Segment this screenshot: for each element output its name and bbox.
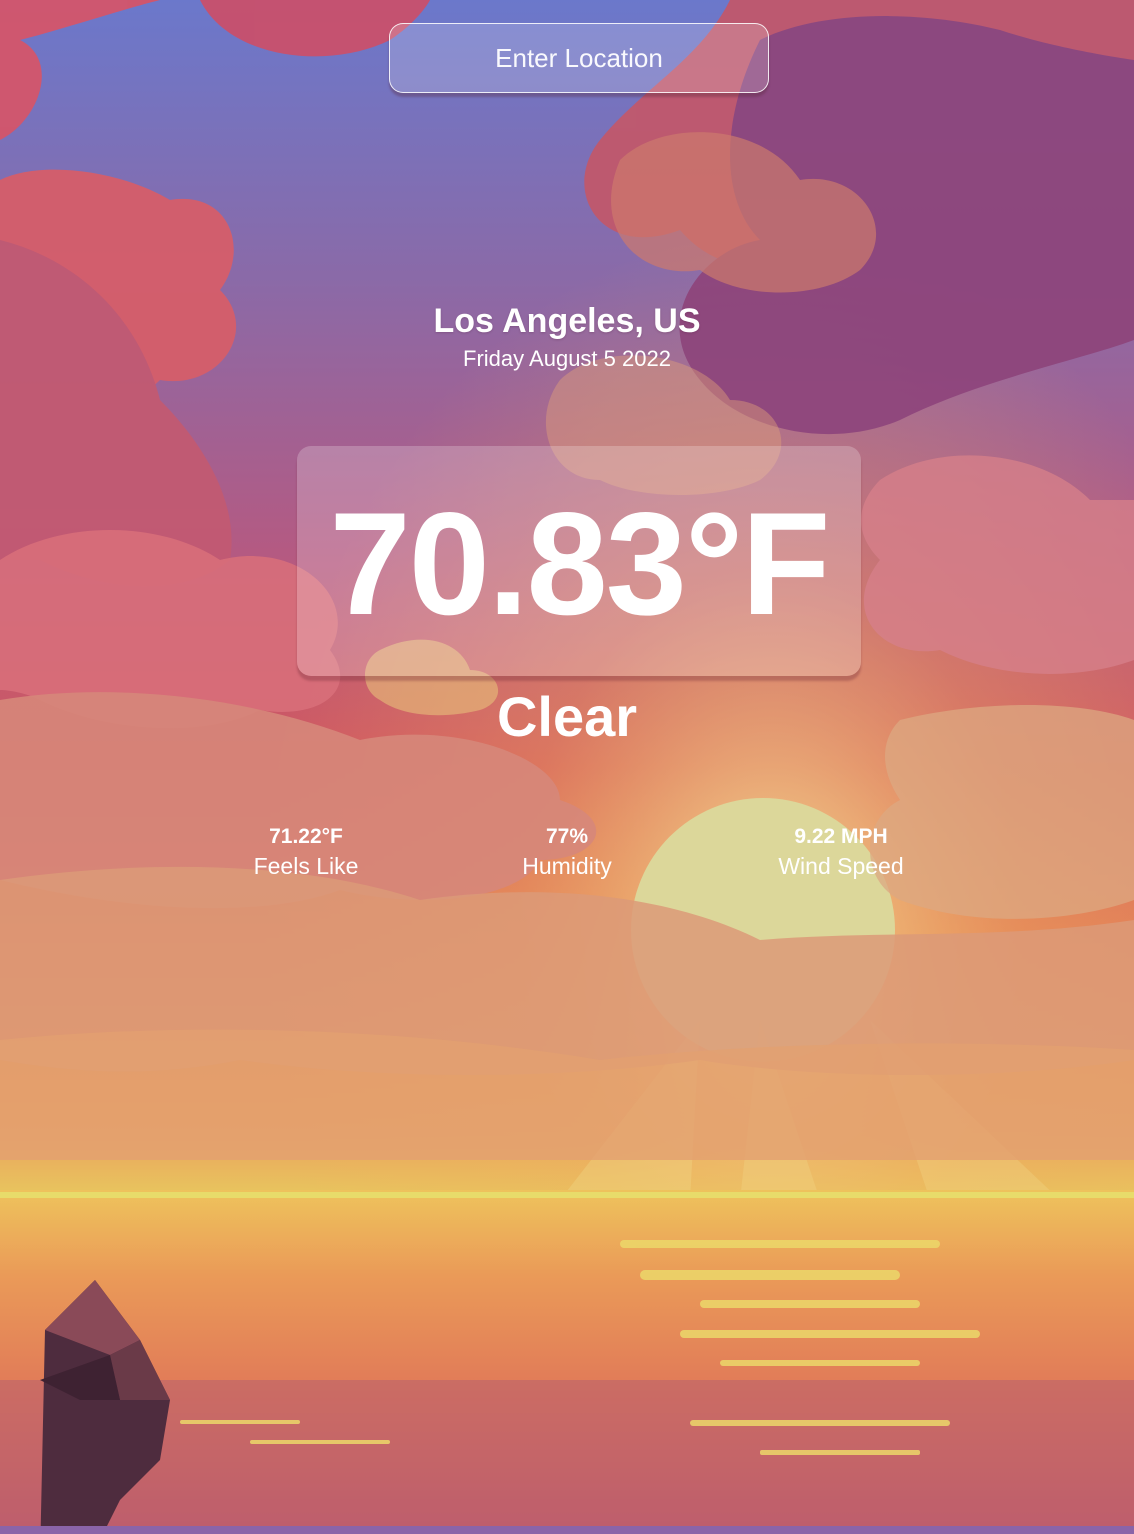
feels-like-label: Feels Like (253, 853, 359, 879)
feels-like-stat: 71.22°F Feels Like (186, 825, 426, 880)
wind-speed-value: 9.22 MPH (794, 825, 888, 848)
location-search-input[interactable] (389, 23, 769, 93)
humidity-label: Humidity (522, 853, 612, 879)
weather-app: Los Angeles, US Friday August 5 2022 70.… (0, 0, 1134, 1534)
wind-speed-stat: 9.22 MPH Wind Speed (721, 825, 961, 880)
temperature-card: 70.83°F (297, 446, 861, 676)
weather-overlay: Los Angeles, US Friday August 5 2022 70.… (0, 0, 1134, 1534)
feels-like-value: 71.22°F (269, 825, 343, 848)
current-date: Friday August 5 2022 (463, 346, 671, 371)
wind-speed-label: Wind Speed (778, 853, 904, 879)
current-temperature: 70.83°F (329, 482, 831, 645)
weather-condition: Clear (496, 685, 638, 748)
location-name: Los Angeles, US (433, 302, 701, 340)
humidity-value: 77% (545, 825, 589, 848)
humidity-stat: 77% Humidity (447, 825, 687, 880)
